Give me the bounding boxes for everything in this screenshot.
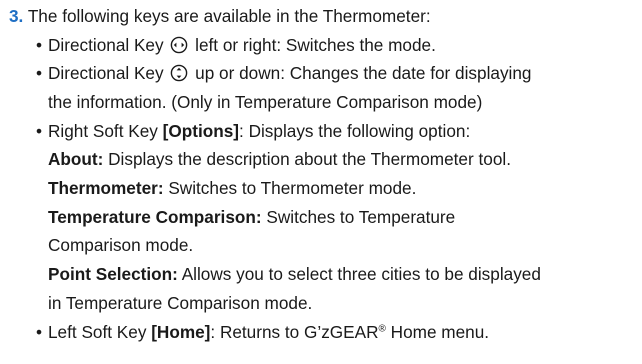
- option-temperature-comparison: Temperature Comparison: Switches to Temp…: [48, 207, 455, 227]
- options-key-label: [Options]: [162, 121, 240, 141]
- step-intro: The following keys are available in the …: [27, 6, 431, 26]
- key-description-cont: the information. (Only in Temperature Co…: [48, 92, 483, 112]
- key-description: left or right: Switches the mode.: [190, 35, 436, 55]
- bullet-glyph: •: [36, 322, 43, 342]
- option-desc: Switches to Thermometer mode.: [163, 178, 417, 198]
- bullet-glyph: •: [36, 63, 43, 83]
- option-point-selection-cont: in Temperature Comparison mode.: [48, 293, 312, 313]
- step-number: 3.: [9, 6, 24, 26]
- registered-mark: ®: [378, 323, 386, 335]
- bullet-directional-left-right: • Directional Key left or right: Switches…: [36, 35, 436, 55]
- option-desc-cont: in Temperature Comparison mode.: [48, 293, 313, 313]
- option-term: Temperature Comparison:: [48, 207, 262, 227]
- option-desc: Allows you to select three cities to be …: [177, 264, 541, 284]
- option-temperature-comparison-cont: Comparison mode.: [48, 235, 193, 255]
- option-about: About: Displays the description about th…: [48, 149, 511, 169]
- option-point-selection: Point Selection: Allows you to select th…: [48, 264, 541, 284]
- key-description: : Returns to G’zGEAR: [210, 322, 379, 342]
- key-name: Directional Key: [48, 35, 164, 55]
- option-desc: Displays the description about the Therm…: [103, 149, 511, 169]
- option-term: About:: [48, 149, 104, 169]
- bullet-glyph: •: [36, 121, 43, 141]
- bullet-right-soft-key: • Right Soft Key [Options]: Displays the …: [36, 121, 470, 141]
- key-description: up or down: Changes the date for display…: [190, 63, 532, 83]
- option-desc: Switches to Temperature: [261, 207, 456, 227]
- key-name: Right Soft Key: [48, 121, 163, 141]
- key-name: Directional Key: [48, 63, 164, 83]
- up-down-directional-key-icon: [171, 64, 188, 82]
- option-term: Point Selection:: [48, 264, 178, 284]
- home-key-label: [Home]: [151, 322, 211, 342]
- key-description-end: Home menu.: [385, 322, 490, 342]
- option-desc-cont: Comparison mode.: [48, 235, 194, 255]
- manual-page: 3. The following keys are available in t…: [0, 0, 642, 364]
- option-thermometer: Thermometer: Switches to Thermometer mod…: [48, 178, 416, 198]
- key-description: : Displays the following option:: [239, 121, 471, 141]
- bullet-glyph: •: [36, 35, 43, 55]
- key-name: Left Soft Key: [48, 322, 152, 342]
- bullet-directional-up-down: • Directional Key up or down: Changes the…: [36, 63, 531, 83]
- step-3-heading: 3. The following keys are available in t…: [9, 6, 431, 26]
- bullet-directional-up-down-cont: the information. (Only in Temperature Co…: [48, 92, 482, 112]
- bullet-left-soft-key: • Left Soft Key [Home]: Returns to G’zGEA…: [36, 322, 489, 342]
- left-right-directional-key-icon: [171, 36, 188, 54]
- option-term: Thermometer:: [48, 178, 164, 198]
